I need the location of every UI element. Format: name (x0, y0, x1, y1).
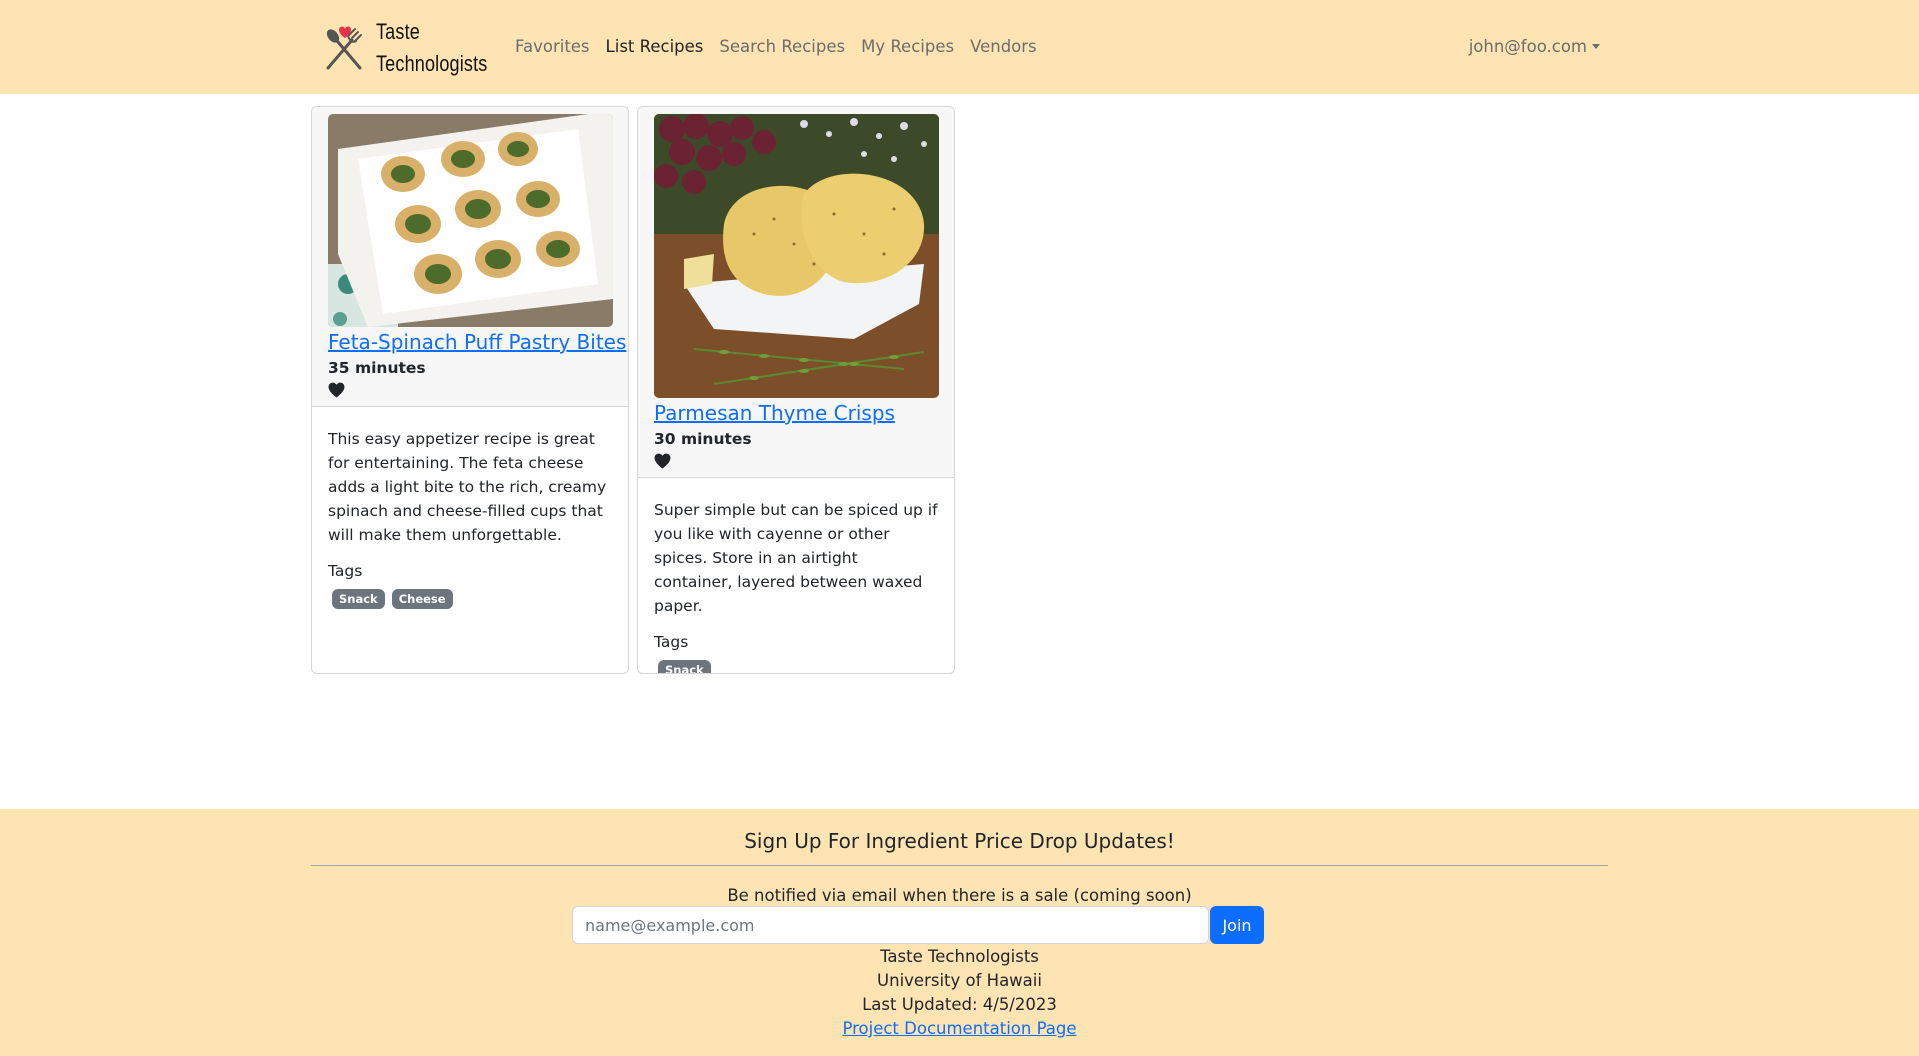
signup-subtitle: Be notified via email when there is a sa… (727, 886, 1192, 905)
footer-org-name: Taste Technologists (880, 947, 1039, 966)
project-documentation-link[interactable]: Project Documentation Page (842, 1019, 1076, 1038)
user-email: john@foo.com (1468, 37, 1587, 56)
main-nav: Favorites List Recipes Search Recipes My… (507, 35, 1045, 58)
divider (311, 865, 1608, 866)
nav-favorites[interactable]: Favorites (507, 35, 598, 58)
footer-last-updated: Last Updated: 4/5/2023 (862, 995, 1057, 1014)
recipe-card-body: Super simple but can be spiced up if you… (638, 478, 954, 673)
nav-my-recipes[interactable]: My Recipes (853, 35, 962, 58)
recipe-image-parmesan-thyme-crisps (654, 114, 939, 398)
tag-badge: Cheese (391, 589, 453, 609)
crossed-fork-spoon-heart-icon (326, 26, 362, 70)
user-dropdown[interactable]: john@foo.com (1469, 37, 1600, 56)
recipe-description: Super simple but can be spiced up if you… (654, 501, 938, 615)
tag-badge: Snack (658, 660, 711, 673)
footer: Sign Up For Ingredient Price Drop Update… (0, 809, 1919, 1056)
navbar: Taste Technologists Favorites List Recip… (0, 0, 1919, 94)
tags-label: Tags (654, 633, 689, 651)
recipe-card: Parmesan Thyme Crisps 30 minutes Super s… (637, 106, 955, 674)
tag-list: Snack (654, 660, 938, 673)
caret-down-icon (1592, 44, 1600, 49)
heart-icon[interactable] (328, 382, 345, 398)
join-button[interactable]: Join (1210, 906, 1264, 944)
recipe-description: This easy appetizer recipe is great for … (328, 430, 607, 544)
tags-label: Tags (328, 562, 363, 580)
heart-icon[interactable] (654, 453, 671, 469)
signup-heading: Sign Up For Ingredient Price Drop Update… (744, 829, 1175, 853)
nav-list-recipes[interactable]: List Recipes (598, 35, 712, 58)
recipe-title-link[interactable]: Feta-Spinach Puff Pastry Bites (328, 328, 626, 356)
recipe-title-link[interactable]: Parmesan Thyme Crisps (654, 399, 938, 427)
tag-list: Snack Cheese (328, 589, 612, 609)
footer-info: Taste Technologists University of Hawaii… (0, 945, 1919, 1041)
brand-line-1: Taste (376, 19, 420, 44)
brand-line-2: Technologists (376, 51, 488, 76)
recipe-image-feta-spinach-bites (328, 114, 613, 327)
recipe-card-body: This easy appetizer recipe is great for … (312, 407, 628, 625)
footer-university: University of Hawaii (877, 971, 1042, 990)
brand-name: Taste Technologists (376, 16, 487, 80)
recipe-card: Feta-Spinach Puff Pastry Bites 35 minute… (311, 106, 629, 674)
nav-search-recipes[interactable]: Search Recipes (711, 35, 853, 58)
recipe-time: 30 minutes (654, 430, 752, 448)
recipe-time: 35 minutes (328, 359, 426, 377)
email-field[interactable] (572, 906, 1209, 944)
recipe-card-header: Parmesan Thyme Crisps 30 minutes (638, 107, 954, 478)
nav-vendors[interactable]: Vendors (962, 35, 1045, 58)
recipe-card-header: Feta-Spinach Puff Pastry Bites 35 minute… (312, 107, 628, 407)
tag-badge: Snack (332, 589, 385, 609)
brand-logo-link[interactable]: Taste Technologists (318, 17, 512, 79)
